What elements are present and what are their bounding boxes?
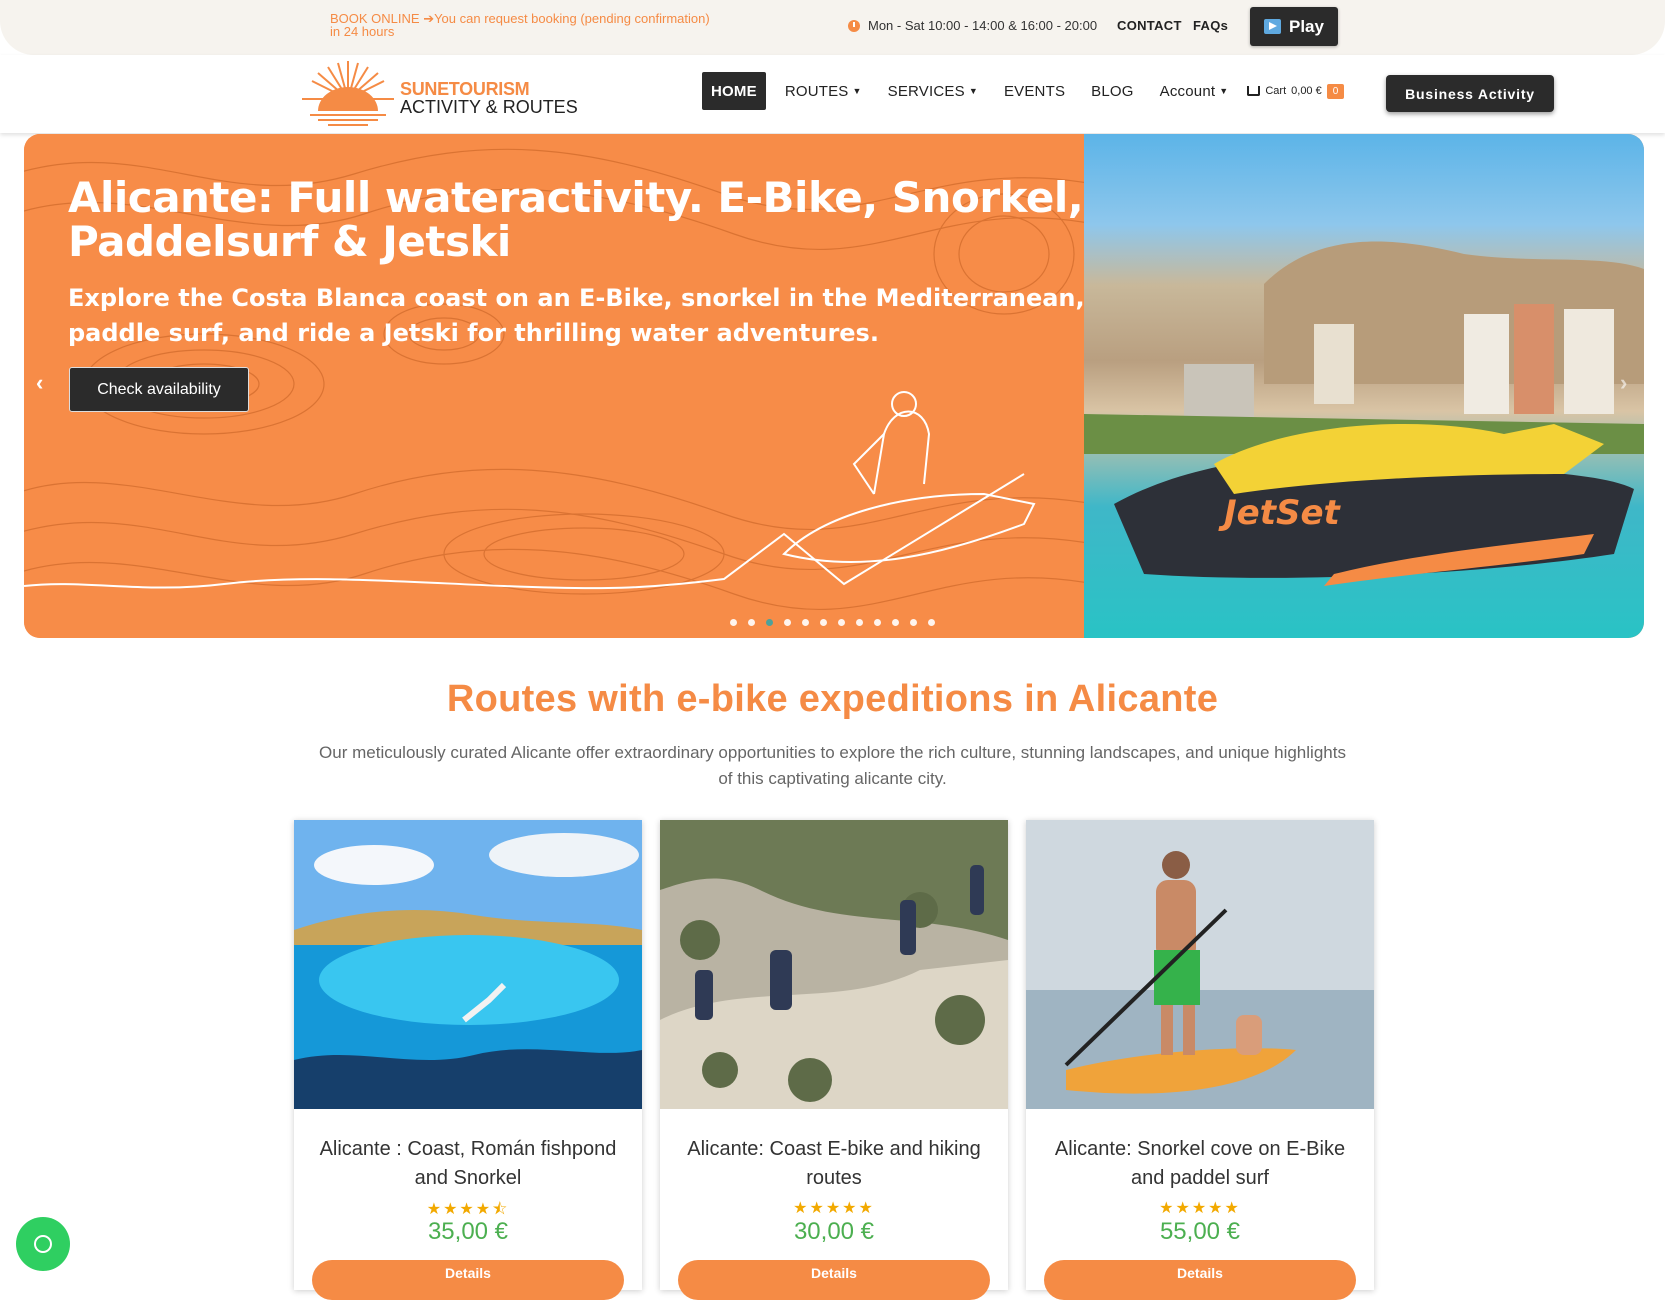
nav-account-label: Account <box>1159 82 1216 100</box>
opening-hours: Mon - Sat 10:00 - 14:00 & 16:00 - 20:00 <box>848 18 1097 33</box>
slider-dot[interactable] <box>748 619 755 626</box>
slider-dot[interactable] <box>802 619 809 626</box>
play-button[interactable]: Play <box>1250 7 1338 46</box>
cart-amount: 0,00 € <box>1291 85 1322 97</box>
business-activity-button[interactable]: Business Activity <box>1386 75 1554 112</box>
slider-dot[interactable] <box>856 619 863 626</box>
hero-slider: JetSet Alicante: Full wateractivity. E-B… <box>24 134 1644 638</box>
jetski-line-drawing <box>782 391 1036 563</box>
card-price: 55,00 € <box>1159 1218 1241 1245</box>
clock-icon <box>848 19 860 32</box>
shopping-cart-icon <box>1247 86 1261 96</box>
jetski-image: JetSet <box>1084 241 1644 586</box>
slider-pagination <box>730 619 935 626</box>
slider-dot[interactable] <box>766 619 773 626</box>
details-button[interactable]: Details <box>312 1260 624 1300</box>
nav-events[interactable]: EVENTS <box>991 72 1078 110</box>
rating-stars-icon: ★★★★★ <box>793 1200 875 1217</box>
card-image-paddle-surf <box>1026 820 1374 1109</box>
nav-services[interactable]: SERVICES ▼ <box>875 72 991 110</box>
contact-link[interactable]: CONTACT <box>1117 18 1182 33</box>
site-logo[interactable]: SUNETOURISM ACTIVITY & ROUTES <box>298 59 588 133</box>
slider-dot[interactable] <box>784 619 791 626</box>
section-description: Our meticulously curated Alicante offer … <box>319 743 1346 788</box>
rating-stars-icon: ★★★★★ <box>1159 1200 1241 1217</box>
play-label: Play <box>1289 16 1324 36</box>
slider-dot[interactable] <box>838 619 845 626</box>
cart-label: Cart <box>1265 85 1287 97</box>
slider-prev-arrow-icon[interactable]: ‹ <box>36 370 43 396</box>
slider-dot[interactable] <box>874 619 881 626</box>
play-icon <box>1264 19 1281 34</box>
slider-dot[interactable] <box>910 619 917 626</box>
top-bar: BOOK ONLINE ➔You can request booking (pe… <box>0 0 1665 55</box>
slider-dot[interactable] <box>928 619 935 626</box>
chevron-down-icon: ▼ <box>852 86 862 96</box>
hero-jetski-photo: JetSet <box>1084 134 1644 638</box>
chevron-down-icon: ▼ <box>1219 86 1229 96</box>
route-card[interactable]: Alicante : Coast, Román fishpond and Sno… <box>294 820 642 1300</box>
nav-blog[interactable]: BLOG <box>1078 72 1146 110</box>
hero-title: Alicante: Full wateractivity. E-Bike, Sn… <box>68 173 1084 266</box>
section-title: Routes with e-bike expeditions in Alican… <box>446 678 1219 720</box>
jetski-brand-lettering: JetSet <box>1218 493 1342 533</box>
nav-account[interactable]: Account ▼ <box>1147 72 1242 110</box>
card-image-hiking <box>660 820 1008 1109</box>
whatsapp-chat-button[interactable] <box>16 1217 70 1271</box>
card-price: 30,00 € <box>793 1218 875 1245</box>
card-price: 35,00 € <box>427 1218 509 1245</box>
faqs-link[interactable]: FAQs <box>1193 18 1228 33</box>
chevron-down-icon: ▼ <box>968 86 978 96</box>
cart-count-badge: 0 <box>1326 83 1345 99</box>
card-image-snorkel <box>294 820 642 1109</box>
route-card[interactable]: Alicante: Coast E-bike and hiking routes… <box>660 820 1008 1300</box>
sun-logo-icon <box>302 61 394 126</box>
slider-dot[interactable] <box>730 619 737 626</box>
opening-hours-text: Mon - Sat 10:00 - 14:00 & 16:00 - 20:00 <box>868 18 1098 33</box>
check-availability-button[interactable]: Check availability <box>69 367 249 412</box>
whatsapp-icon <box>34 1235 52 1253</box>
nav-routes[interactable]: ROUTES ▼ <box>772 72 875 110</box>
route-card[interactable]: Alicante: Snorkel cove on E-Bike and pad… <box>1026 820 1374 1300</box>
card-title[interactable]: Alicante: Snorkel cove on E-Bike and pad… <box>1046 1135 1354 1193</box>
card-title[interactable]: Alicante : Coast, Román fishpond and Sno… <box>314 1135 622 1193</box>
card-title[interactable]: Alicante: Coast E-bike and hiking routes <box>680 1135 988 1193</box>
nav-services-label: SERVICES <box>887 82 965 100</box>
nav-home[interactable]: HOME <box>702 72 766 110</box>
nav-blog-label: BLOG <box>1091 82 1134 100</box>
main-header: SUNETOURISM ACTIVITY & ROUTES HOME ROUTE… <box>0 55 1665 133</box>
nav-routes-label: ROUTES <box>784 82 849 100</box>
cart-link[interactable]: Cart 0,00 € 0 <box>1247 83 1345 99</box>
booking-notice[interactable]: BOOK ONLINE ➔You can request booking (pe… <box>330 12 710 38</box>
details-button[interactable]: Details <box>678 1260 990 1300</box>
slider-dot[interactable] <box>820 619 827 626</box>
nav-events-label: EVENTS <box>1003 82 1066 100</box>
main-nav: HOME ROUTES ▼ SERVICES ▼ EVENTS BLOG Accou… <box>702 72 1345 110</box>
slider-next-arrow-icon[interactable]: › <box>1620 370 1627 396</box>
logo-tagline: ACTIVITY & ROUTES <box>400 97 578 117</box>
nav-home-label: HOME <box>711 82 757 100</box>
details-button[interactable]: Details <box>1044 1260 1356 1300</box>
slider-dot[interactable] <box>892 619 899 626</box>
hero-subtitle: Explore the Costa Blanca coast on an E-B… <box>68 284 1085 347</box>
